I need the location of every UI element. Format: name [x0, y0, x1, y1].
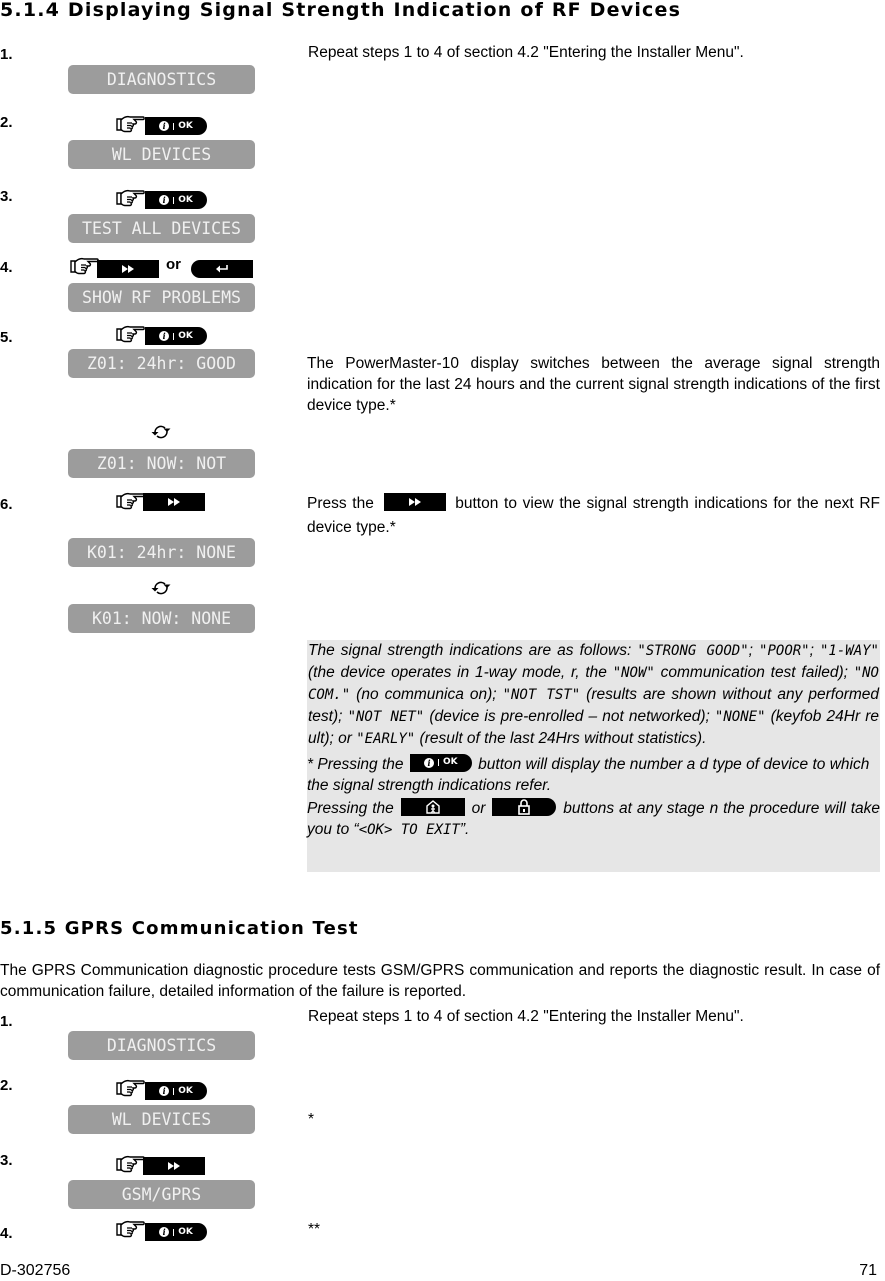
pointing-hand-icon: [69, 256, 99, 276]
note-box: The signal strength indications are as f…: [307, 640, 880, 872]
lcd-display: TEST ALL DEVICES: [68, 214, 255, 243]
indication-code: "EARLY": [356, 731, 416, 747]
pointing-hand-icon: [115, 491, 145, 511]
indication-code: "NOT TST": [502, 687, 581, 703]
indication-code: "NOW": [612, 665, 655, 681]
section-intro: The GPRS Communication diagnostic proced…: [0, 962, 880, 1000]
indication-code: "STRONG GOOD": [637, 643, 749, 659]
lcd-display: Z01: NOW: NOT: [68, 449, 255, 478]
note-exit: Pressing the or buttons at any stage n t…: [307, 797, 880, 841]
info-ok-button[interactable]: i OK: [409, 753, 472, 772]
pointing-hand-icon: [115, 114, 145, 134]
lcd-display: WL DEVICES: [68, 1105, 255, 1134]
lock-button[interactable]: [492, 797, 557, 816]
pointing-hand-icon: [115, 188, 145, 208]
indication-code: "NONE": [714, 709, 766, 725]
info-icon: i: [159, 195, 170, 205]
step-number: 2.: [0, 1077, 13, 1094]
step-description: Press the button to view the signal stre…: [307, 492, 880, 540]
footnote-mark: *: [389, 397, 396, 414]
lcd-display: Z01: 24hr: GOOD: [68, 349, 255, 378]
step-number: 3.: [0, 188, 13, 205]
lcd-display: SHOW RF PROBLEMS: [68, 283, 255, 312]
info-icon: i: [159, 1227, 170, 1237]
pointing-hand-icon: [115, 324, 145, 344]
fast-forward-icon: [167, 1162, 181, 1170]
cycle-icon: [150, 578, 172, 598]
step-number: 5.: [0, 329, 13, 346]
section-heading-rf-signal: 5.1.4 Displaying Signal Strength Indicat…: [0, 0, 682, 21]
indication-code: "POOR": [759, 643, 810, 659]
info-ok-button[interactable]: i OK: [145, 1082, 207, 1100]
step-number: 1.: [0, 46, 13, 63]
fast-forward-icon: [408, 498, 422, 506]
lcd-display: DIAGNOSTICS: [68, 1031, 255, 1060]
lcd-display: K01: NOW: NONE: [68, 604, 255, 633]
info-ok-button[interactable]: i OK: [145, 191, 207, 209]
cycle-icon: [150, 422, 172, 442]
note-info-button: * Pressing the i OK button will display t…: [307, 753, 880, 796]
step-description: The PowerMaster-10 display switches betw…: [307, 355, 880, 414]
or-label: or: [166, 256, 181, 273]
ok-label: OK: [178, 195, 193, 205]
fast-forward-icon: [121, 265, 135, 273]
footnote-mark: **: [308, 1221, 321, 1238]
next-button[interactable]: [383, 492, 446, 511]
step-text: Repeat steps 1 to 4 of section 4.2 "Ente…: [308, 44, 744, 61]
lcd-display: WL DEVICES: [68, 140, 255, 169]
next-button[interactable]: [143, 493, 205, 511]
note-indications: The signal strength indications are as f…: [308, 642, 880, 747]
next-button[interactable]: [143, 1157, 205, 1175]
ok-label: OK: [178, 331, 193, 341]
pointing-hand-icon: [115, 1219, 145, 1239]
info-icon: i: [159, 331, 170, 341]
document-id: D-302756: [0, 1262, 71, 1279]
back-button[interactable]: [191, 260, 253, 278]
lcd-display: DIAGNOSTICS: [68, 65, 255, 94]
step-number: 2.: [0, 114, 13, 131]
step-text: Repeat steps 1 to 4 of section 4.2 "Ente…: [308, 1008, 744, 1025]
footnote-mark: *: [308, 1111, 315, 1128]
pointing-hand-icon: [115, 1078, 145, 1098]
section-heading-gprs: 5.1.5 GPRS Communication Test: [0, 918, 359, 939]
step-number: 6.: [0, 496, 13, 513]
info-icon: i: [159, 1086, 170, 1096]
ok-label: OK: [178, 121, 193, 131]
info-ok-button[interactable]: i OK: [145, 117, 207, 135]
step-number: 4.: [0, 1225, 13, 1242]
step-number: 1.: [0, 1013, 13, 1030]
fast-forward-icon: [167, 498, 181, 506]
lcd-display: K01: 24hr: NONE: [68, 538, 255, 567]
step-number: 3.: [0, 1152, 13, 1169]
home-icon: [426, 800, 440, 814]
indication-code: "NOT NET": [347, 709, 425, 725]
info-icon: i: [159, 121, 170, 131]
indication-code: "1-WAY": [819, 643, 879, 659]
lock-icon: [517, 799, 531, 815]
lcd-display: GSM/GPRS: [68, 1180, 255, 1209]
next-button[interactable]: [97, 260, 159, 278]
pointing-hand-icon: [115, 1154, 145, 1174]
info-ok-button[interactable]: i OK: [145, 1223, 207, 1241]
ok-label: OK: [178, 1086, 193, 1096]
info-icon: i: [424, 757, 435, 768]
page-number: 71: [859, 1262, 877, 1279]
info-ok-button[interactable]: i OK: [145, 327, 207, 345]
home-button[interactable]: [400, 797, 465, 816]
back-arrow-icon: [215, 264, 229, 274]
step-number: 4.: [0, 259, 13, 276]
ok-label: OK: [178, 1227, 193, 1237]
